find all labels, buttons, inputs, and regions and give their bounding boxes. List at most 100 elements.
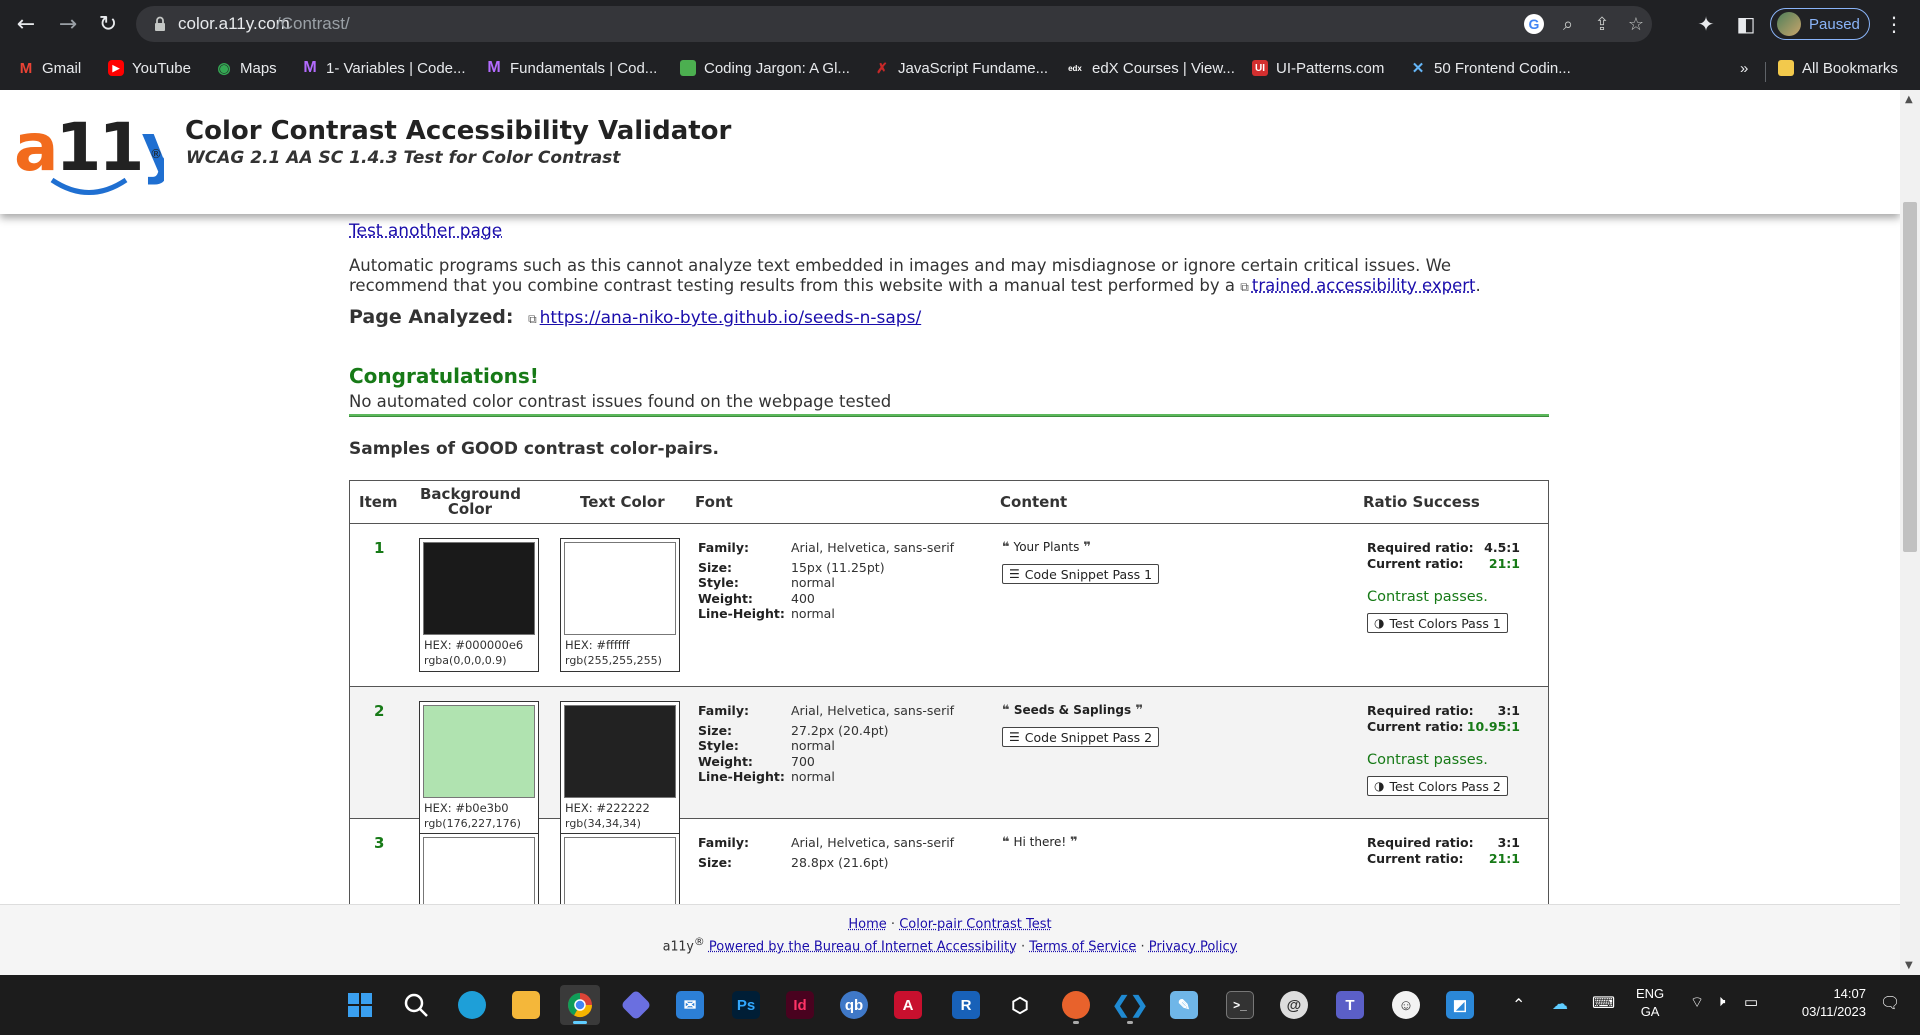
- item-number: 3: [374, 834, 385, 852]
- taskbar-indesign[interactable]: Id: [780, 985, 820, 1025]
- scrollbar-thumb[interactable]: [1903, 202, 1917, 552]
- bookmark-fundamentals[interactable]: M Fundamentals | Cod...: [486, 56, 657, 80]
- extensions-icon[interactable]: ✦: [1692, 10, 1720, 38]
- url-host[interactable]: color.a11y.com: [178, 14, 290, 34]
- taskbar-notepad[interactable]: ✎: [1164, 985, 1204, 1025]
- sketch-icon: ◩: [1446, 991, 1474, 1019]
- label-weight: Weight:: [698, 753, 753, 769]
- taskbar-edge[interactable]: [452, 985, 492, 1025]
- taskbar-autocad[interactable]: A: [888, 985, 928, 1025]
- taskbar-copilot[interactable]: [616, 985, 656, 1025]
- font-labels: Family: Size:: [698, 835, 749, 870]
- col-ratio: Ratio Success: [1363, 493, 1480, 511]
- language-indicator[interactable]: ENG GA: [1636, 986, 1664, 1019]
- search-button[interactable]: [396, 985, 436, 1025]
- bookmark-javascript[interactable]: ✗ JavaScript Fundame...: [874, 56, 1048, 80]
- test-colors-button[interactable]: ◑ Test Colors Pass 1: [1367, 613, 1508, 633]
- footer-powered-link[interactable]: Powered by the Bureau of Internet Access…: [709, 939, 1017, 954]
- taskbar-chrome[interactable]: [560, 985, 600, 1025]
- label-style: Style:: [698, 575, 739, 590]
- value-size: 15px (11.25pt): [791, 559, 885, 575]
- scroll-up-icon[interactable]: ▲: [1905, 94, 1913, 105]
- scroll-down-icon[interactable]: ▼: [1905, 960, 1913, 971]
- chevron-up-icon[interactable]: ⌃: [1512, 995, 1525, 1015]
- a11y-logo[interactable]: a11y ®: [14, 100, 164, 200]
- notifications-icon[interactable]: 🗨: [1880, 993, 1900, 1013]
- bookmark-variables[interactable]: M 1- Variables | Code...: [302, 56, 465, 80]
- samples-heading: Samples of GOOD contrast color-pairs.: [349, 439, 720, 459]
- address-bar[interactable]: color.a11y.com /Contrast/ G ⌕ ⇪ ☆: [136, 6, 1652, 42]
- share-icon[interactable]: ⇪: [1590, 12, 1614, 36]
- taskbar-emoji-app[interactable]: ☺: [1386, 985, 1426, 1025]
- forward-icon[interactable]: →: [52, 8, 84, 40]
- folder-icon: [512, 991, 540, 1019]
- taskbar-swirl-app[interactable]: @: [1274, 985, 1314, 1025]
- accessibility-expert-link[interactable]: trained accessibility expert: [1252, 276, 1476, 295]
- start-button[interactable]: [340, 985, 380, 1025]
- lock-icon[interactable]: [150, 14, 170, 34]
- taskbar-firefox[interactable]: [1056, 985, 1096, 1025]
- volume-icon[interactable]: 🕨: [1716, 993, 1725, 1010]
- contrast-status: Contrast passes.: [1367, 589, 1488, 605]
- menu-icon[interactable]: ⋮: [1880, 10, 1908, 38]
- star-icon[interactable]: ☆: [1624, 12, 1648, 36]
- taskbar-sketch-app[interactable]: ◩: [1440, 985, 1480, 1025]
- folder-icon: [1778, 60, 1794, 76]
- bookmark-gmail[interactable]: M Gmail: [18, 56, 81, 80]
- sample-text: Hi there!: [1013, 835, 1067, 849]
- bookmark-ui-patterns[interactable]: UI UI-Patterns.com: [1252, 56, 1384, 80]
- frontend-icon: ✕: [1411, 60, 1425, 77]
- bookmark-frontend[interactable]: ✕ 50 Frontend Codin...: [1410, 56, 1571, 80]
- back-icon[interactable]: ←: [10, 8, 42, 40]
- bookmark-coding-jargon[interactable]: Coding Jargon: A Gl...: [680, 56, 850, 80]
- profile-button[interactable]: Paused: [1770, 8, 1870, 40]
- taskbar-revit[interactable]: R: [946, 985, 986, 1025]
- page-scrollbar[interactable]: ▲ ▼: [1900, 90, 1920, 975]
- google-icon[interactable]: G: [1522, 12, 1546, 36]
- footer-home-link[interactable]: Home: [848, 917, 886, 932]
- taskbar-file-explorer[interactable]: [506, 985, 546, 1025]
- footer-privacy-link[interactable]: Privacy Policy: [1149, 939, 1238, 954]
- label-family: Family:: [698, 835, 749, 850]
- footer-color-pair-link[interactable]: Color-pair Contrast Test: [899, 917, 1051, 932]
- side-panel-icon[interactable]: ◧: [1732, 10, 1760, 38]
- zoom-icon[interactable]: ⌕: [1556, 12, 1580, 36]
- svg-text:a11y: a11y: [14, 109, 164, 186]
- footer-brand: a11y: [662, 939, 694, 955]
- analyzed-url-link[interactable]: https://ana-niko-byte.github.io/seeds-n-…: [540, 308, 922, 328]
- cloud-icon[interactable]: ☁: [1552, 994, 1568, 1014]
- code-snippet-button[interactable]: ☰ Code Snippet Pass 1: [1002, 564, 1160, 584]
- external-link-icon: ⧉: [1240, 280, 1249, 294]
- code-snippet-button[interactable]: ☰ Code Snippet Pass 2: [1002, 727, 1160, 747]
- bookmark-youtube[interactable]: ▶ YouTube: [108, 56, 191, 80]
- list-icon: ☰: [1009, 567, 1020, 581]
- gmail-icon: M: [19, 59, 33, 77]
- taskbar-teams[interactable]: T: [1330, 985, 1370, 1025]
- taskbar-qbittorrent[interactable]: qb: [834, 985, 874, 1025]
- value-family: Arial, Helvetica, sans-serif: [791, 835, 955, 850]
- reload-icon[interactable]: ↻: [92, 8, 124, 40]
- quote-open-icon: ❝: [1002, 540, 1010, 555]
- bookmark-maps[interactable]: ◉ Maps: [216, 56, 276, 80]
- taskbar-terminal[interactable]: >_: [1220, 985, 1260, 1025]
- bookmarks-overflow[interactable]: »: [1740, 56, 1748, 80]
- url-path[interactable]: /Contrast/: [276, 14, 350, 34]
- footer-terms-link[interactable]: Terms of Service: [1029, 939, 1136, 954]
- taskbar-mail[interactable]: ✉: [670, 985, 710, 1025]
- test-colors-button[interactable]: ◑ Test Colors Pass 2: [1367, 776, 1508, 796]
- taskbar-3d-app[interactable]: ⬡: [1000, 985, 1040, 1025]
- wifi-icon[interactable]: ⌔: [1690, 993, 1704, 1012]
- taskbar-photoshop[interactable]: Ps: [726, 985, 766, 1025]
- all-bookmarks[interactable]: All Bookmarks: [1778, 56, 1898, 80]
- avatar: [1777, 12, 1801, 36]
- battery-icon[interactable]: ▭: [1744, 993, 1758, 1011]
- clock[interactable]: 14:07 03/11/2023: [1786, 986, 1866, 1019]
- active-indicator: [573, 1021, 587, 1024]
- taskbar-vscode[interactable]: ❮❯: [1110, 985, 1150, 1025]
- value-size: 28.8px (21.6pt): [791, 854, 889, 870]
- bookmark-edx[interactable]: edx edX Courses | View...: [1066, 56, 1235, 80]
- maps-icon: ◉: [217, 60, 231, 77]
- test-another-page-link[interactable]: Test another page: [349, 221, 502, 241]
- keyboard-icon[interactable]: ⌨: [1592, 993, 1615, 1013]
- firefox-icon: [1062, 991, 1090, 1019]
